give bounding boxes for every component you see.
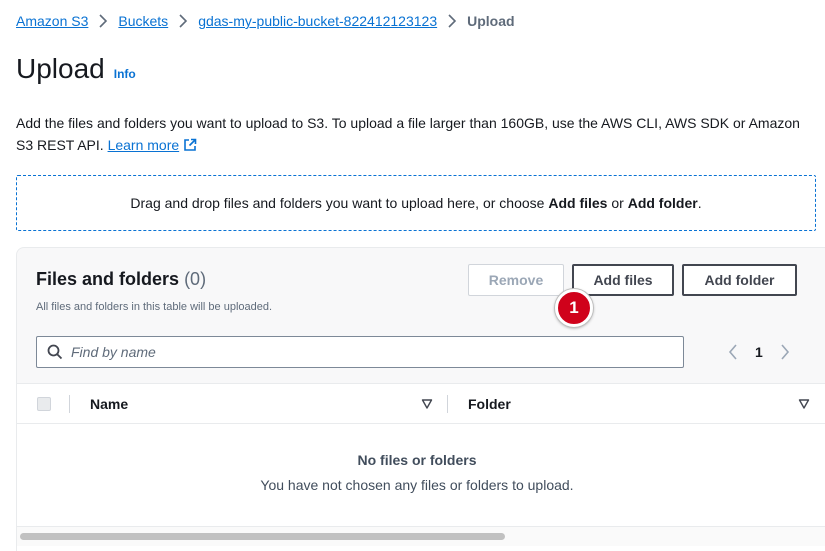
column-header-folder[interactable]: Folder bbox=[468, 396, 511, 412]
column-divider[interactable] bbox=[447, 395, 448, 413]
search-icon bbox=[47, 344, 63, 360]
add-folder-button[interactable]: Add folder bbox=[682, 264, 797, 296]
step-callout-badge: 1 bbox=[555, 289, 593, 327]
breadcrumb: Amazon S3 Buckets gdas-my-public-bucket-… bbox=[16, 11, 515, 31]
file-count: (0) bbox=[184, 269, 207, 289]
panel-subtitle: All files and folders in this table will… bbox=[36, 301, 273, 313]
empty-state-subtitle: You have not chosen any files or folders… bbox=[260, 477, 574, 493]
chevron-right-icon bbox=[437, 11, 467, 31]
info-link[interactable]: Info bbox=[114, 67, 136, 81]
panel-title: Files and folders (0) bbox=[36, 269, 207, 289]
learn-more-label: Learn more bbox=[107, 137, 180, 153]
table-header: Name Folder bbox=[17, 384, 825, 424]
breadcrumb-bucket-name[interactable]: gdas-my-public-bucket-822412123123 bbox=[198, 13, 437, 29]
breadcrumb-current: Upload bbox=[467, 13, 515, 29]
empty-state-title: No files or folders bbox=[357, 452, 477, 468]
chevron-right-icon bbox=[88, 11, 118, 31]
scrollbar-thumb[interactable] bbox=[20, 533, 505, 540]
chevron-left-icon[interactable] bbox=[723, 342, 743, 362]
page-title: Upload bbox=[16, 53, 105, 84]
page-description: Add the files and folders you want to up… bbox=[16, 112, 816, 156]
column-header-name[interactable]: Name bbox=[90, 396, 128, 412]
select-all-checkbox[interactable] bbox=[37, 397, 51, 411]
drop-zone-text: Drag and drop files and folders you want… bbox=[130, 195, 702, 211]
page-header: Upload Info bbox=[16, 53, 136, 85]
remove-button[interactable]: Remove bbox=[468, 264, 564, 296]
sort-down-icon[interactable] bbox=[421, 398, 433, 410]
column-divider bbox=[69, 395, 70, 413]
page-number[interactable]: 1 bbox=[755, 344, 763, 360]
files-and-folders-panel: Files and folders (0) All files and fold… bbox=[16, 247, 825, 551]
learn-more-link[interactable]: Learn more bbox=[108, 137, 198, 153]
sort-down-icon[interactable] bbox=[798, 398, 810, 410]
search-input[interactable] bbox=[71, 344, 651, 360]
search-box[interactable] bbox=[36, 336, 684, 368]
breadcrumb-buckets[interactable]: Buckets bbox=[118, 13, 168, 29]
external-link-icon bbox=[184, 138, 197, 151]
chevron-right-icon[interactable] bbox=[775, 342, 795, 362]
horizontal-scrollbar[interactable] bbox=[17, 526, 825, 546]
pagination: 1 bbox=[723, 342, 795, 362]
add-files-button[interactable]: Add files bbox=[572, 264, 674, 296]
breadcrumb-amazon-s3[interactable]: Amazon S3 bbox=[16, 13, 88, 29]
chevron-right-icon bbox=[168, 11, 198, 31]
drop-zone[interactable]: Drag and drop files and folders you want… bbox=[16, 175, 816, 231]
